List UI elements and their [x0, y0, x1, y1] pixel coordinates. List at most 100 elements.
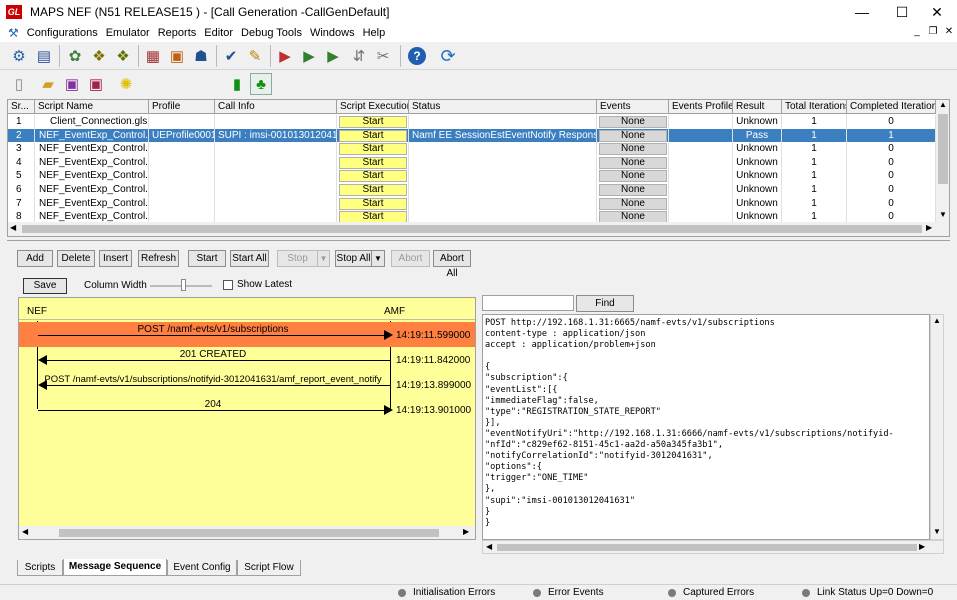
details-vertical-scrollbar[interactable]: ▲ ▼ — [930, 314, 944, 540]
row-start-button[interactable]: Start — [339, 197, 407, 210]
sequence-message-row[interactable]: POST /namf-evts/v1/subscriptions/notifyi… — [19, 373, 475, 398]
row-start-button[interactable]: Start — [339, 170, 407, 183]
script-step-icon[interactable]: ▶ — [298, 45, 320, 67]
grid-scroll-thumb[interactable] — [938, 114, 948, 184]
row-start-button[interactable]: Start — [339, 116, 407, 128]
refresh-button[interactable]: Refresh — [138, 250, 179, 267]
node-tree-icon[interactable]: ♣ — [250, 73, 272, 95]
table-row[interactable]: 2 NEF_EventExp_Control.gls UEProfile0001 SU… — [8, 128, 936, 143]
script-next-icon[interactable]: ▶ — [322, 45, 344, 67]
row-events-button[interactable]: None — [599, 170, 667, 183]
briefcase-icon[interactable]: ▣ — [166, 45, 188, 67]
scroll-down-icon[interactable]: ▼ — [936, 210, 949, 222]
splitter[interactable] — [7, 240, 950, 242]
scroll-up-icon[interactable]: ▲ — [936, 100, 949, 112]
script-list-icon[interactable]: ▤ — [33, 45, 55, 67]
col-header-total-iterations[interactable]: Total Iterations — [782, 100, 847, 114]
stop-button[interactable]: Stop — [277, 250, 318, 267]
row-start-button[interactable]: Start — [339, 143, 407, 156]
help-icon[interactable]: ? — [408, 47, 426, 65]
scroll-right-icon[interactable]: ▶ — [926, 223, 932, 232]
table-row[interactable]: 5 NEF_EventExp_Control.gls Start None Unknow… — [8, 169, 936, 183]
scroll-right-icon[interactable]: ▶ — [919, 542, 925, 551]
save-icon[interactable]: ▣ — [61, 73, 83, 95]
reports-icon[interactable]: ▦ — [142, 45, 164, 67]
insert-button[interactable]: Insert — [99, 250, 132, 267]
user-profile-icon[interactable]: ☗ — [190, 45, 212, 67]
table-row[interactable]: 4 NEF_EventExp_Control.gls Start None Unknow… — [8, 155, 936, 170]
script-run-icon[interactable]: ▶ — [274, 45, 296, 67]
node-single-icon[interactable]: ▮ — [226, 73, 248, 95]
row-events-button[interactable]: None — [599, 156, 667, 169]
gear-icon[interactable]: ⚙ — [8, 45, 30, 67]
tab-event-config[interactable]: Event Config — [167, 560, 237, 576]
mdi-restore-button[interactable]: ❐ — [926, 26, 940, 37]
mdi-child-icon[interactable]: ⚒ — [8, 26, 19, 40]
new-file-icon[interactable]: ▯ — [8, 73, 30, 95]
status-captured-errors[interactable]: Captured Errors — [668, 587, 754, 598]
scroll-left-icon[interactable]: ◀ — [22, 527, 28, 536]
check-icon[interactable]: ✔ — [220, 45, 242, 67]
sequence-hscroll-thumb[interactable] — [59, 529, 439, 537]
col-header-result[interactable]: Result — [733, 100, 782, 114]
lightbulb-icon[interactable]: ✺ — [115, 73, 137, 95]
stop-all-button[interactable]: Stop All — [335, 250, 372, 267]
column-width-slider-thumb[interactable] — [181, 279, 186, 291]
status-link[interactable]: Link Status Up=0 Down=0 — [802, 587, 933, 598]
refresh-icon[interactable]: ⟳ — [437, 45, 459, 67]
row-events-button[interactable]: None — [599, 129, 667, 142]
sequence-message-row[interactable]: 201 CREATED 14:19:11.842000 — [19, 348, 475, 373]
scroll-left-icon[interactable]: ◀ — [10, 223, 16, 232]
table-row[interactable]: 7 NEF_EventExp_Control.gls Start None Unknow… — [8, 196, 936, 211]
show-latest-checkbox[interactable] — [223, 280, 233, 290]
row-events-button[interactable]: None — [599, 184, 667, 196]
col-header-sr[interactable]: Sr... — [8, 100, 35, 114]
save-as-icon[interactable]: ▣ — [85, 73, 107, 95]
details-horizontal-scrollbar[interactable]: ◀ ▶ — [482, 540, 944, 554]
menu-windows[interactable]: Windows — [310, 27, 355, 39]
menu-help[interactable]: Help — [363, 27, 386, 39]
tab-scripts[interactable]: Scripts — [17, 560, 63, 576]
emulator-icon[interactable]: ✿ — [64, 45, 86, 67]
col-header-completed-iterations[interactable]: Completed Iterations — [847, 100, 936, 114]
grid-vertical-scrollbar[interactable]: ▲ ▼ — [936, 100, 949, 222]
row-events-button[interactable]: None — [599, 116, 667, 128]
col-header-events-profile[interactable]: Events Profile — [669, 100, 733, 114]
add-button[interactable]: Add — [17, 250, 53, 267]
menu-configurations[interactable]: Configurations — [27, 27, 98, 39]
stop-all-dropdown-icon[interactable]: ▼ — [371, 250, 385, 267]
grid-horizontal-scrollbar[interactable]: ◀ ▶ — [8, 222, 949, 236]
delete-button[interactable]: Delete — [57, 250, 95, 267]
table-row[interactable]: 1 Client_Connection.gls Start None Unknown 1 0 — [8, 115, 936, 129]
grid-hscroll-thumb[interactable] — [22, 225, 922, 233]
row-start-button[interactable]: Start — [339, 156, 407, 169]
start-button[interactable]: Start — [188, 250, 226, 267]
save-sequence-button[interactable]: Save — [23, 278, 67, 294]
sequence-horizontal-scrollbar[interactable]: ◀ ▶ — [19, 526, 475, 539]
menu-reports[interactable]: Reports — [158, 27, 197, 39]
mdi-minimize-button[interactable]: _ — [910, 26, 924, 37]
col-header-status[interactable]: Status — [409, 100, 597, 114]
close-button[interactable]: ✕ — [917, 0, 957, 24]
status-initialisation-errors[interactable]: Initialisation Errors — [398, 587, 495, 598]
col-header-script-execution[interactable]: Script Execution — [337, 100, 409, 114]
col-header-call-info[interactable]: Call Info — [215, 100, 337, 114]
menu-debug-tools[interactable]: Debug Tools — [241, 27, 302, 39]
table-row[interactable]: 6 NEF_EventExp_Control.gls Start None Unknow… — [8, 183, 936, 197]
row-start-button[interactable]: Start — [339, 184, 407, 196]
sequence-message-row[interactable]: POST /namf-evts/v1/subscriptions 14:19:1… — [19, 322, 475, 347]
stop-dropdown-icon[interactable]: ▼ — [317, 250, 330, 267]
row-events-button[interactable]: None — [599, 197, 667, 210]
scroll-up-icon[interactable]: ▲ — [933, 316, 941, 325]
table-row[interactable]: 3 NEF_EventExp_Control.gls Start None Unknow… — [8, 142, 936, 156]
details-hscroll-thumb[interactable] — [497, 544, 917, 551]
tab-script-flow[interactable]: Script Flow — [237, 560, 301, 576]
menu-editor[interactable]: Editor — [204, 27, 233, 39]
start-all-button[interactable]: Start All — [230, 250, 269, 267]
col-header-script-name[interactable]: Script Name — [35, 100, 149, 114]
col-header-events[interactable]: Events — [597, 100, 669, 114]
config-icon[interactable]: ❖ — [112, 45, 134, 67]
scroll-right-icon[interactable]: ▶ — [463, 527, 469, 536]
sequence-message-row[interactable]: 204 14:19:13.901000 — [19, 398, 475, 423]
minimize-button[interactable]: — — [842, 0, 882, 24]
